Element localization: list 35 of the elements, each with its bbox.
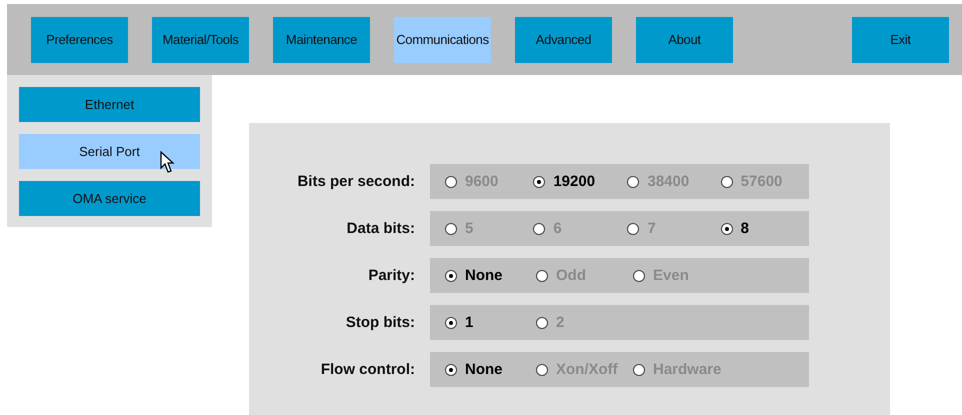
menu-tab[interactable]: About bbox=[636, 16, 733, 62]
radio-icon bbox=[720, 176, 733, 188]
radio-icon bbox=[445, 270, 457, 282]
sidebar-item[interactable]: OMA service bbox=[19, 181, 200, 216]
radio-icon bbox=[633, 270, 645, 282]
radio-icon bbox=[633, 364, 645, 376]
radio-icon bbox=[445, 222, 457, 234]
setting-label: Flow control: bbox=[320, 361, 415, 378]
menu-tab[interactable]: Communications bbox=[394, 16, 491, 62]
sidebar-item[interactable]: Ethernet bbox=[19, 87, 200, 122]
exit-button[interactable]: Exit bbox=[852, 16, 949, 62]
setting-label: Bits per second: bbox=[296, 173, 415, 190]
radio-icon bbox=[627, 222, 640, 234]
radio-icon bbox=[445, 176, 457, 188]
setting-label: Stop bits: bbox=[344, 314, 415, 331]
setting-label: Parity: bbox=[367, 267, 415, 284]
menu-tab[interactable]: Maintenance bbox=[273, 16, 370, 62]
radio-option[interactable]: 1 bbox=[445, 314, 536, 331]
radio-icon bbox=[536, 316, 548, 328]
radio-icon bbox=[536, 364, 548, 376]
radio-option[interactable]: 8 bbox=[720, 220, 809, 237]
radio-option[interactable]: None bbox=[445, 361, 536, 378]
radio-option[interactable]: 19200 bbox=[533, 173, 628, 190]
menu-tab[interactable]: Preferences bbox=[31, 16, 128, 62]
radio-icon bbox=[720, 222, 733, 234]
radio-icon bbox=[445, 364, 457, 376]
radio-icon bbox=[536, 270, 548, 282]
radio-icon bbox=[533, 176, 546, 188]
radio-icon bbox=[533, 222, 546, 234]
radio-icon bbox=[627, 176, 640, 188]
menu-tab[interactable]: Material/Tools bbox=[152, 16, 249, 62]
menu-tab[interactable]: Advanced bbox=[515, 16, 612, 62]
radio-option[interactable]: None bbox=[445, 267, 536, 284]
setting-label: Data bits: bbox=[346, 220, 415, 237]
radio-icon bbox=[445, 316, 457, 328]
